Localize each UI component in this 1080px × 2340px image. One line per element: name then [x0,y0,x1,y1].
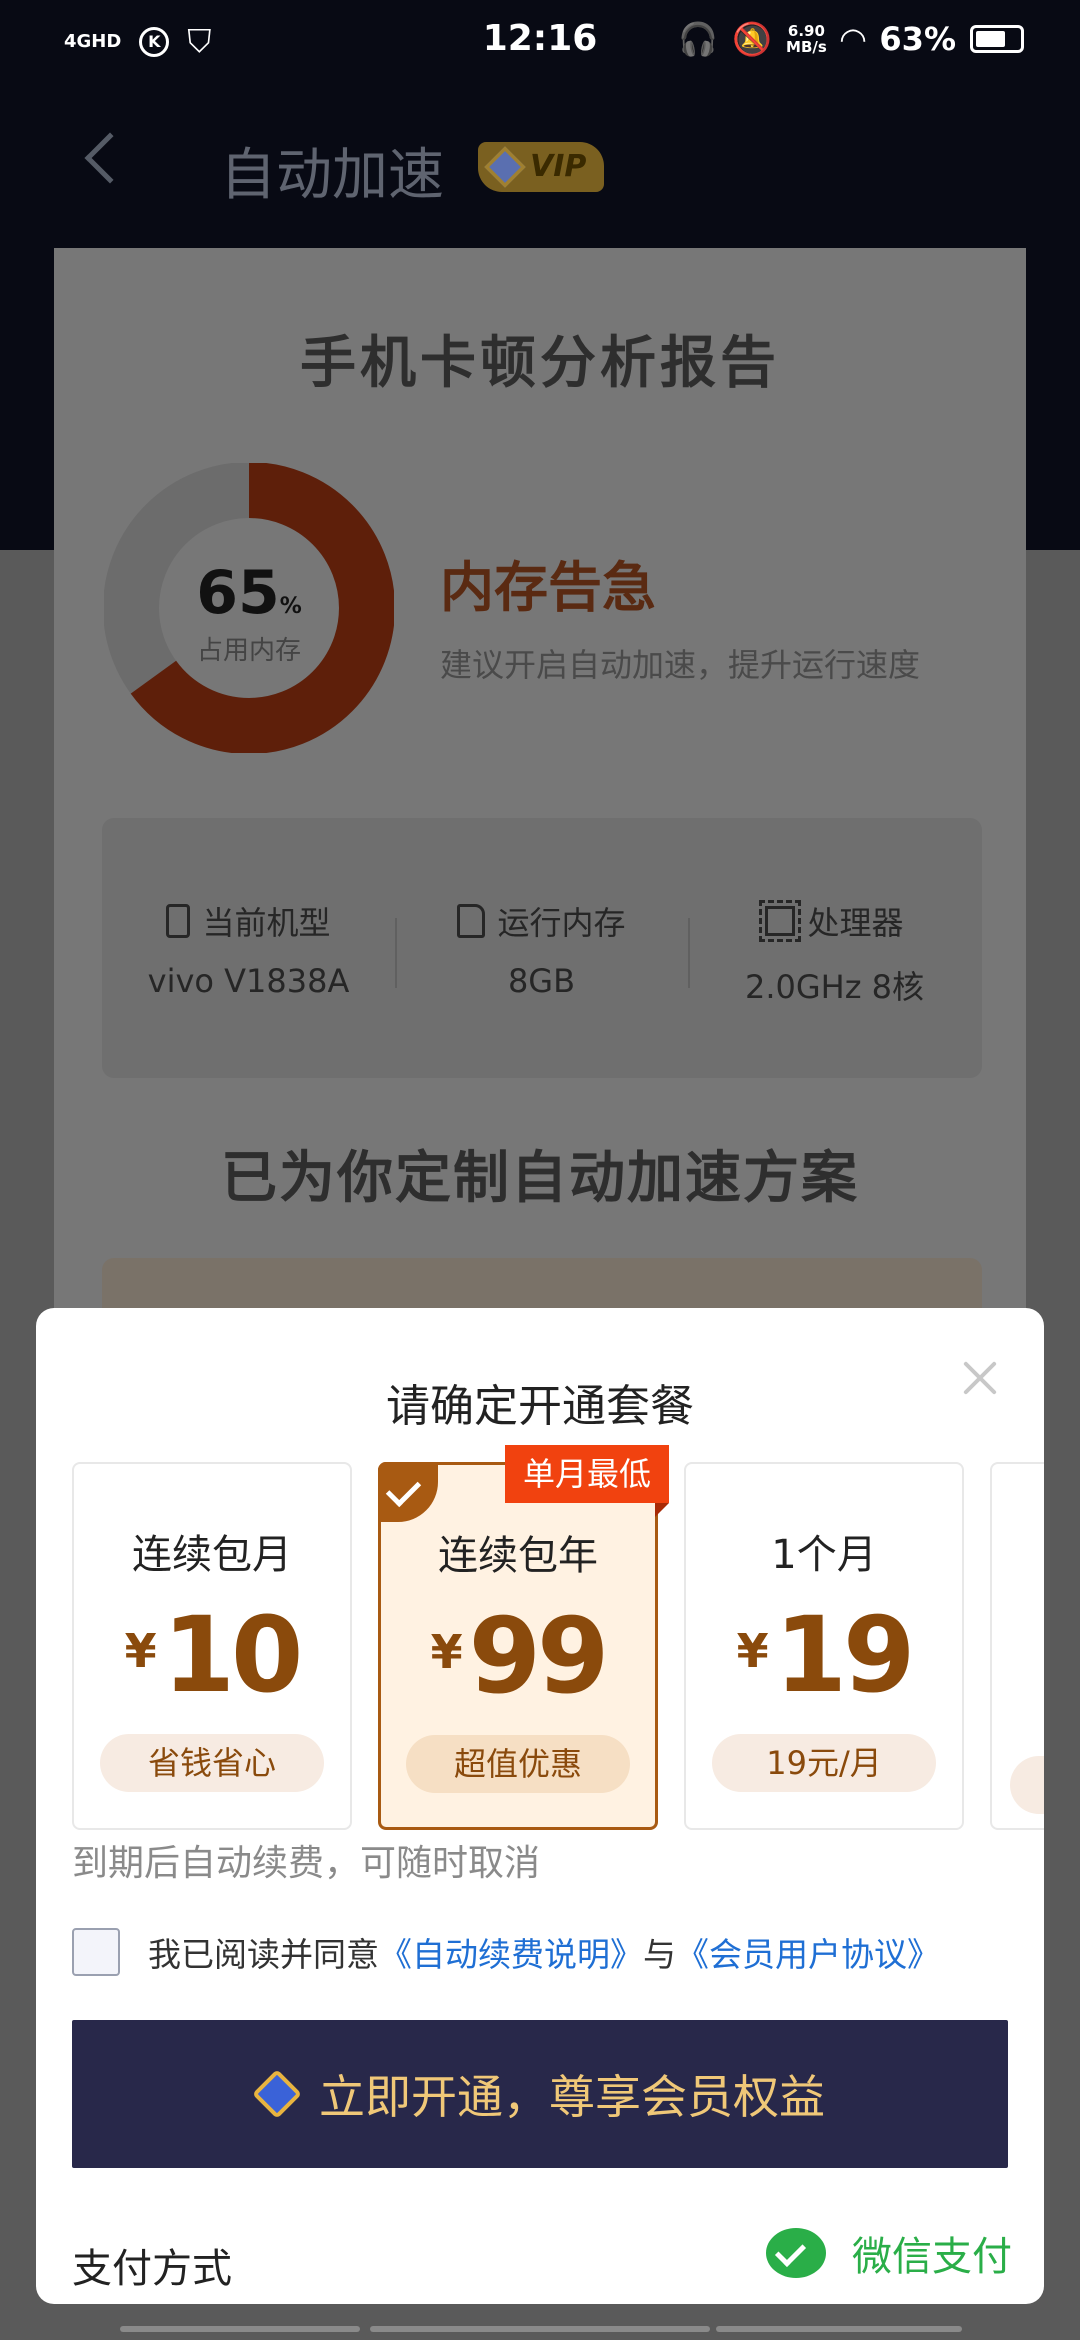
auto-renew-link[interactable]: 《自动续费说明》 [379,1928,643,1976]
spec-ram: 运行内存 8GB [395,898,688,1000]
plan-card-partial[interactable] [990,1462,1044,1830]
spec-value: 2.0GHz 8核 [744,968,925,1006]
nav-gesture-bar [370,2326,710,2332]
back-arrow-icon[interactable] [84,132,136,184]
report-title: 手机卡顿分析报告 [54,318,1026,403]
spec-label: 当前机型 [202,904,331,942]
member-agreement-link[interactable]: 《会员用户协议》 [676,1928,940,1976]
page-title: 自动加速 [220,143,444,208]
subscribe-button-label: 立即开通，尊享会员权益 [319,2070,825,2124]
sd-card-icon [457,904,486,938]
plan-name: 连续包年 [438,1533,598,1579]
plan-card-monthly[interactable]: 连续包月 ¥10 省钱省心 [72,1462,352,1830]
agreement-row: 我已阅读并同意 《自动续费说明》 与 《会员用户协议》 [72,1928,940,1976]
status-bar: 4GHD K ⛉ 12:16 🎧 🔕 6.90 MB/s ◠ 63% [0,0,1080,80]
payment-method-label: 微信支付 [852,2234,1012,2280]
currency-symbol: ¥ [430,1625,463,1679]
network-speed: 6.90 MB/s [786,23,827,55]
memory-donut: 65% 占用内存 [103,462,395,754]
currency-symbol: ¥ [124,1624,157,1678]
agree-checkbox[interactable] [72,1928,120,1976]
donut-center: 65% 占用内存 [104,558,394,667]
subscription-modal: 请确定开通套餐 连续包月 ¥10 省钱省心 单月最低 连续包年 ¥99 超值优惠… [36,1308,1044,2304]
device-spec-box: 当前机型 vivo V1838A 运行内存 8GB 处理器 2.0GHz 8核 [102,818,982,1078]
plan-name: 连续包月 [132,1532,292,1578]
percent-sign: % [279,594,302,619]
price-amount: 10 [162,1594,304,1716]
memory-percent: 65 [196,558,280,628]
agree-and: 与 [643,1935,676,1974]
memory-label: 占用内存 [196,636,301,666]
plan-price: ¥99 [381,1595,655,1717]
spec-processor: 处理器 2.0GHz 8核 [688,898,981,1008]
plan-tag-partial [1010,1756,1044,1814]
nav-gesture-bar [716,2326,962,2332]
plan-card-one-month[interactable]: 1个月 ¥19 19元/月 [684,1462,964,1830]
plan-tag: 超值优惠 [406,1735,630,1793]
plan-heading: 已为你定制自动加速方案 [54,1133,1026,1218]
payment-method-selector[interactable]: 微信支付 [766,2224,1012,2282]
nav-gesture-bar [120,2326,360,2332]
spec-label: 处理器 [807,904,904,942]
vip-gem-icon [252,2069,302,2119]
plan-price: ¥19 [686,1594,962,1716]
battery-percent: 63% [879,20,956,58]
plan-tag: 省钱省心 [100,1734,324,1792]
agree-text: 我已阅读并同意 [148,1935,379,1974]
nav-bar: 自动加速 VIP [0,80,1080,250]
phone-icon [166,904,191,938]
plan-price: ¥10 [74,1594,350,1716]
network-speed-unit: MB/s [786,38,827,56]
alert-description: 建议开启自动加速，提升运行速度 [440,646,921,684]
report-card: 手机卡顿分析报告 65% 占用内存 内存告急 建议开启自动加速，提升运行速度 当… [54,248,1026,1398]
plan-tag: 19元/月 [712,1734,936,1792]
mute-bell-icon: 🔕 [732,20,773,58]
chip-icon [759,900,802,942]
wifi-icon: ◠ [840,20,866,58]
vip-badge: VIP [478,142,604,192]
vip-badge-label: VIP [530,149,587,184]
auto-renew-note: 到期后自动续费，可随时取消 [72,1843,541,1884]
payment-label: 支付方式 [72,2246,232,2292]
checkmark-icon [378,1462,438,1522]
plan-list[interactable]: 连续包月 ¥10 省钱省心 单月最低 连续包年 ¥99 超值优惠 1个月 ¥19… [72,1445,1044,1830]
status-right: 🎧 🔕 6.90 MB/s ◠ 63% [678,20,1024,58]
plan-name: 1个月 [771,1532,877,1578]
headphones-icon: 🎧 [678,20,719,58]
ribbon-badge: 单月最低 [504,1445,670,1517]
plan-card-yearly[interactable]: 单月最低 连续包年 ¥99 超值优惠 [378,1445,670,1830]
price-amount: 19 [774,1594,916,1716]
alert-title: 内存告急 [440,556,656,619]
price-amount: 99 [468,1595,610,1717]
spec-device-model: 当前机型 vivo V1838A [102,898,395,1000]
battery-icon [970,25,1024,53]
spec-value: 8GB [507,962,576,1000]
spec-label: 运行内存 [497,904,626,942]
wechat-pay-icon [766,2228,826,2278]
modal-title: 请确定开通套餐 [386,1381,694,1432]
subscribe-button[interactable]: 立即开通，尊享会员权益 [72,2020,1008,2168]
close-icon[interactable] [958,1356,1002,1400]
vip-gem-icon [484,146,526,188]
currency-symbol: ¥ [736,1624,769,1678]
spec-value: vivo V1838A [147,962,350,1000]
